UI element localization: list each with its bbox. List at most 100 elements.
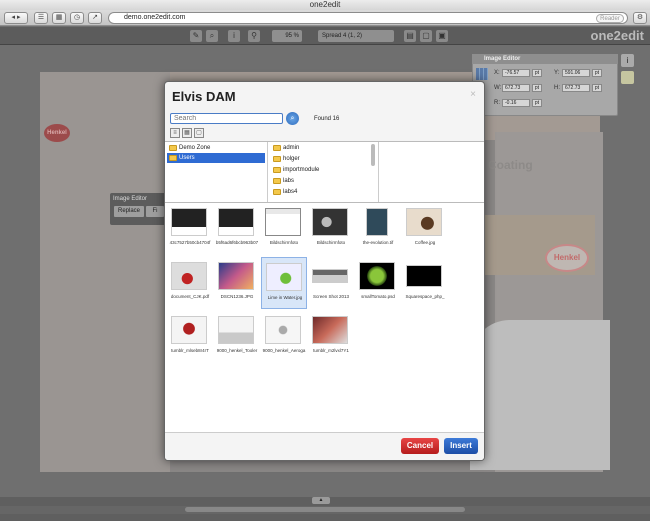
henkel-logo-right: Henkel <box>545 244 589 272</box>
zoom-icon[interactable]: ⌕ <box>206 30 218 42</box>
folder-column-1: Demo Zone Users <box>165 142 268 202</box>
folder-labs4[interactable]: labs4 <box>271 187 297 197</box>
asset-tile[interactable]: Bildschirmfoto <box>261 203 307 255</box>
folder-users[interactable]: Users <box>167 153 265 163</box>
preview-view-icon[interactable]: ▢ <box>194 128 204 138</box>
folder-demo-zone[interactable]: Demo Zone <box>167 143 210 153</box>
r-unit[interactable]: pt <box>532 99 542 107</box>
asset-tile[interactable]: b5f6ad6f6bcb963b07 <box>214 203 260 255</box>
asset-tile[interactable]: tumblr_mlseb8r4rT <box>167 311 213 363</box>
spread-select[interactable]: Spread 4 (1, 2) <box>318 30 394 42</box>
asset-thumbnail <box>171 262 207 290</box>
asset-tile[interactable]: 9000_henkel_Aeroga <box>261 311 307 363</box>
fit-button[interactable]: Fi <box>146 206 164 217</box>
history-icon[interactable]: ◷ <box>70 12 84 24</box>
folder-holger[interactable]: holger <box>271 154 300 164</box>
image-panel-icon[interactable] <box>621 71 634 84</box>
h-field[interactable]: 672.73 <box>562 84 590 92</box>
y-unit[interactable]: pt <box>592 69 602 77</box>
asset-thumbnail <box>266 263 302 291</box>
asset-thumbnail <box>218 262 254 290</box>
info-icon[interactable]: i <box>228 30 240 42</box>
folder-importmodule[interactable]: importmodule <box>271 165 319 175</box>
r-field[interactable]: -0.16 <box>502 99 530 107</box>
url-text: demo.one2edit.com <box>124 14 186 21</box>
panel-toggle-button[interactable]: ▲ <box>312 497 330 504</box>
close-icon[interactable]: × <box>470 89 476 100</box>
asset-tile[interactable]: smallTomato.psd <box>355 257 401 309</box>
image-editor-mini-title: Image Editor <box>113 196 148 202</box>
layout-icon[interactable]: ▤ <box>404 30 416 42</box>
folder-column-2: admin holger importmodule labs labs4 <box>269 142 379 202</box>
y-label: Y: <box>554 70 560 76</box>
asset-thumbnail <box>265 316 301 344</box>
asset-grid: 43c7527b50cb4704f b5f6ad6f6bcb963b07 Bil… <box>165 203 484 432</box>
asset-tile[interactable]: Screen Shot 2013 <box>308 257 354 309</box>
folder-admin[interactable]: admin <box>271 143 299 153</box>
asset-tile[interactable]: document_CJK.pdf <box>167 257 213 309</box>
asset-tile[interactable]: 9000_henkel_Tooler <box>214 311 260 363</box>
asset-thumbnail <box>359 262 395 290</box>
x-label: X: <box>494 70 500 76</box>
image-editor-title: Image Editor <box>472 54 618 64</box>
bookmarks-icon[interactable]: ▦ <box>52 12 66 24</box>
folder-icon <box>273 167 281 173</box>
brand-logo: one2edit <box>590 28 644 43</box>
grid-icon[interactable] <box>476 68 488 80</box>
asset-tile-selected[interactable]: Lime in Water.jpg <box>261 257 307 309</box>
pencil-icon[interactable]: ✎ <box>190 30 202 42</box>
folder-icon <box>273 145 281 151</box>
asset-tile[interactable]: Coffee.jpg <box>402 203 448 255</box>
asset-tile[interactable]: Bildschirmfoto <box>308 203 354 255</box>
y-field[interactable]: 591.06 <box>562 69 590 77</box>
asset-thumbnail <box>171 316 207 344</box>
henkel-logo-left: Henkel <box>44 124 70 142</box>
reader-button[interactable]: Reader <box>596 14 624 23</box>
asset-thumbnail <box>312 269 348 283</box>
list-view-icon[interactable]: ≡ <box>170 128 180 138</box>
share-icon[interactable]: ↗ <box>88 12 102 24</box>
folder-scrollbar[interactable] <box>371 144 375 166</box>
zoom-select[interactable]: 95 % <box>272 30 302 42</box>
cancel-button[interactable]: Cancel <box>401 438 439 454</box>
export-icon[interactable]: ▣ <box>436 30 448 42</box>
asset-thumbnail <box>171 208 207 236</box>
search-input[interactable] <box>170 113 283 124</box>
document-heading: Coating <box>488 158 533 172</box>
asset-tile[interactable]: tumblr_m2lvxl7Y1 <box>308 311 354 363</box>
h-unit[interactable]: pt <box>592 84 602 92</box>
x-field[interactable]: -76.57 <box>502 69 530 77</box>
asset-thumbnail <box>312 208 348 236</box>
search-icon[interactable]: ⌕ <box>286 112 299 125</box>
page-icon[interactable]: ▢ <box>420 30 432 42</box>
grid-view-icon[interactable]: ▦ <box>182 128 192 138</box>
address-bar[interactable]: demo.one2edit.com Reader <box>108 12 628 24</box>
folder-column-3 <box>379 142 484 202</box>
folder-labs[interactable]: labs <box>271 176 294 186</box>
scrollbar-thumb[interactable] <box>185 507 465 512</box>
window-title: one2edit <box>309 0 341 9</box>
reader-icon[interactable]: ☰ <box>34 12 48 24</box>
w-unit[interactable]: pt <box>532 84 542 92</box>
w-field[interactable]: 672.73 <box>502 84 530 92</box>
asset-thumbnail <box>265 208 301 236</box>
folder-icon <box>273 156 281 162</box>
info-panel-icon[interactable]: i <box>621 54 634 67</box>
back-forward-button[interactable]: ◂ ▸ <box>4 12 28 24</box>
folder-icon <box>169 145 177 151</box>
product-image[interactable] <box>470 320 610 470</box>
replace-button[interactable]: Replace <box>114 206 144 217</box>
window-title-bar: one2edit <box>0 0 650 10</box>
x-unit[interactable]: pt <box>532 69 542 77</box>
asset-tile[interactable]: 43c7527b50cb4704f <box>167 203 213 255</box>
asset-tile[interactable]: the-evolution.tif <box>355 203 401 255</box>
downloads-icon[interactable]: ⚙ <box>633 12 647 24</box>
insert-button[interactable]: Insert <box>444 438 478 454</box>
dialog-title: Elvis DAM <box>172 89 236 104</box>
binoculars-icon[interactable]: ⚲ <box>248 30 260 42</box>
asset-thumbnail <box>366 208 388 236</box>
asset-thumbnail <box>312 316 348 344</box>
elvis-dam-dialog: Elvis DAM × ⌕ Found 16 ≡ ▦ ▢ Demo Zone U… <box>164 81 485 461</box>
asset-tile[interactable]: Squarespace_php_ <box>402 257 448 309</box>
asset-tile[interactable]: DSCN1236.JPG <box>214 257 260 309</box>
